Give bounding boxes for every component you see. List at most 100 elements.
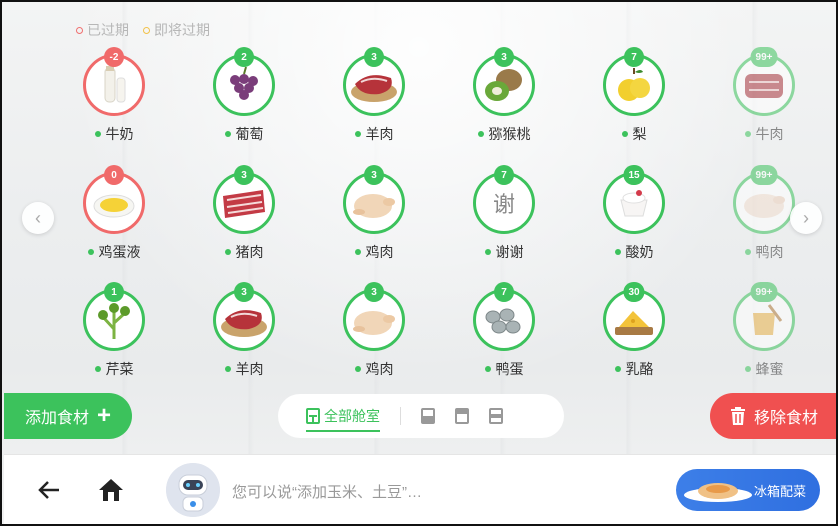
- quantity-badge: 99+: [750, 282, 778, 302]
- food-item[interactable]: 3 鸡肉: [314, 282, 434, 389]
- status-dot-icon: [94, 366, 101, 372]
- tab-compartment-lower[interactable]: [421, 394, 435, 438]
- food-ring: 7: [473, 282, 535, 351]
- quantity-badge: 30: [623, 282, 645, 302]
- food-name-text: 蜂蜜: [755, 361, 784, 377]
- home-button[interactable]: [96, 475, 126, 505]
- status-dot-icon: [744, 131, 751, 137]
- chicken-icon: [353, 311, 395, 335]
- quantity-badge: 3: [364, 165, 384, 185]
- status-dot-icon: [477, 131, 484, 137]
- food-name: 葡萄: [224, 124, 264, 144]
- status-dot-icon: [614, 366, 621, 372]
- food-name-text: 谢谢: [495, 244, 524, 260]
- food-ring: 99+: [733, 282, 795, 351]
- scroll-right-button[interactable]: ›: [790, 202, 822, 234]
- food-name-text: 猕猴桃: [488, 126, 531, 142]
- mutton-icon: [221, 310, 267, 337]
- status-dot-icon: [484, 249, 491, 255]
- food-name-text: 梨: [632, 126, 647, 142]
- yogurt-icon: [620, 190, 648, 217]
- fridge-recipe-button[interactable]: 冰箱配菜: [676, 469, 820, 511]
- food-item[interactable]: -2 牛奶: [54, 47, 174, 154]
- mutton-icon: [351, 75, 397, 102]
- food-item[interactable]: 3 猪肉: [184, 165, 304, 272]
- quantity-badge: 3: [494, 47, 514, 67]
- pork-icon: [223, 190, 265, 218]
- food-ring: 1: [83, 282, 145, 351]
- bottom-navigation: 您可以说“添加玉米、土豆”… 冰箱配菜: [4, 454, 836, 524]
- food-item[interactable]: 99+ 牛肉: [704, 47, 824, 154]
- food-name: 蜂蜜: [744, 359, 784, 379]
- status-dot-icon: [484, 366, 491, 372]
- status-dot-icon: [744, 366, 751, 372]
- food-item[interactable]: 7 梨: [574, 47, 694, 154]
- food-ring: 7: [603, 47, 665, 116]
- food-item[interactable]: 3 羊肉: [314, 47, 434, 154]
- tab-compartment-middle[interactable]: [489, 394, 503, 438]
- food-name-text: 鸡肉: [365, 244, 394, 260]
- milk-bottle-icon: [104, 66, 126, 103]
- voice-assistant-avatar[interactable]: [166, 463, 220, 517]
- food-item[interactable]: 0 鸡蛋液: [54, 165, 174, 272]
- kiwi-icon: [485, 69, 522, 101]
- food-name-text: 猪肉: [235, 244, 264, 260]
- food-name: 鸡肉: [354, 359, 394, 379]
- status-dot-icon: [354, 131, 361, 137]
- lower-compartment-icon: [421, 408, 435, 424]
- food-ring: 3: [343, 47, 405, 116]
- status-dot-icon: [354, 366, 361, 372]
- food-ring: 7 谢: [473, 165, 535, 234]
- grapes-icon: [230, 66, 258, 100]
- food-item[interactable]: 2 葡萄: [184, 47, 304, 154]
- home-icon: [99, 479, 123, 501]
- food-item[interactable]: 1 芹菜: [54, 282, 174, 389]
- food-ring: 3: [343, 165, 405, 234]
- food-name: 羊肉: [224, 359, 264, 379]
- chevron-right-icon: ›: [803, 207, 809, 228]
- food-name-text: 鸡蛋液: [98, 244, 141, 260]
- fridge-recipe-label: 冰箱配菜: [753, 483, 806, 499]
- food-ring: 99+: [733, 47, 795, 116]
- food-item[interactable]: 15 酸奶: [574, 165, 694, 272]
- quantity-badge: 3: [364, 47, 384, 67]
- food-name: 羊肉: [354, 124, 394, 144]
- quantity-badge: 7: [494, 165, 514, 185]
- food-item[interactable]: 99+ 蜂蜜: [704, 282, 824, 389]
- quantity-badge: 1: [104, 282, 124, 302]
- food-item[interactable]: 3 猕猴桃: [444, 47, 564, 154]
- pear-icon: [618, 68, 650, 101]
- scroll-left-button[interactable]: ‹: [22, 202, 54, 234]
- status-dot-icon: [224, 249, 231, 255]
- chevron-left-icon: ‹: [35, 207, 41, 228]
- food-name-text: 羊肉: [235, 361, 264, 377]
- tab-all-compartments[interactable]: 全部舱室: [306, 394, 380, 438]
- back-button[interactable]: [34, 475, 64, 505]
- quantity-badge: 3: [234, 282, 254, 302]
- food-item[interactable]: 7 谢 谢谢: [444, 165, 564, 272]
- food-name-text: 酸奶: [625, 244, 654, 260]
- food-item[interactable]: 3 鸡肉: [314, 165, 434, 272]
- upper-compartment-icon: [455, 408, 469, 424]
- food-name: 猕猴桃: [477, 124, 531, 144]
- all-compartments-icon: [306, 408, 320, 424]
- food-item[interactable]: 30 乳酪: [574, 282, 694, 389]
- text-placeholder-icon: 谢: [492, 192, 515, 217]
- remove-food-button[interactable]: 移除食材: [710, 393, 836, 439]
- food-ring: -2: [83, 47, 145, 116]
- add-food-button[interactable]: 添加食材 +: [4, 393, 132, 439]
- status-dot-icon: [354, 249, 361, 255]
- status-dot-icon: [94, 131, 101, 137]
- food-item[interactable]: 3 羊肉: [184, 282, 304, 389]
- chicken-icon: [353, 194, 395, 218]
- arrow-left-icon: [38, 481, 59, 499]
- fridge-inventory-screen: 已过期 即将过期 -2 牛奶 2 葡萄 3 羊肉 3 猕猴桃 7 梨 99+ 牛…: [0, 0, 838, 526]
- food-name: 梨: [621, 124, 647, 144]
- food-item[interactable]: 7 鸭蛋: [444, 282, 564, 389]
- food-name-text: 牛奶: [105, 126, 134, 142]
- quantity-badge: 99+: [750, 47, 778, 67]
- food-name-text: 葡萄: [235, 126, 264, 142]
- tab-compartment-upper[interactable]: [455, 394, 469, 438]
- food-name-text: 牛肉: [755, 126, 784, 142]
- food-ring: 30: [603, 282, 665, 351]
